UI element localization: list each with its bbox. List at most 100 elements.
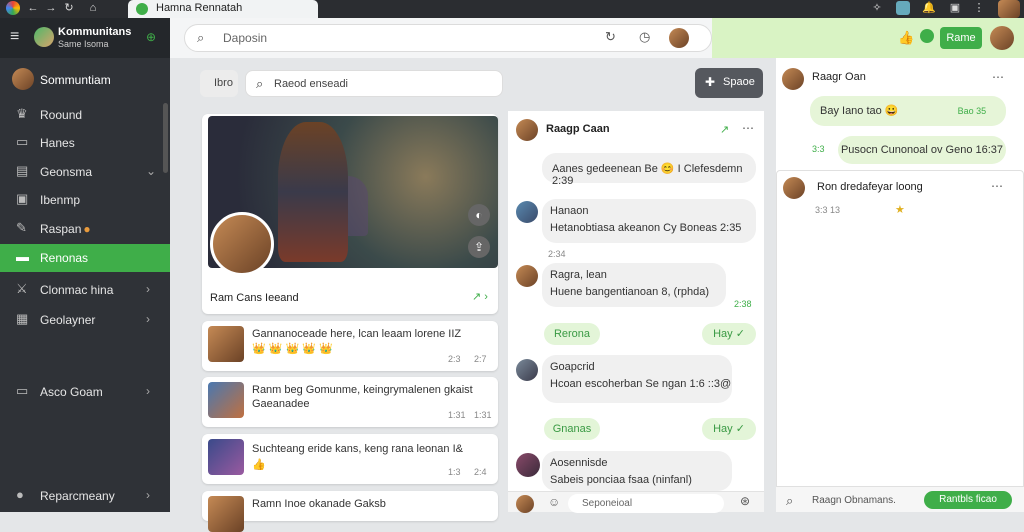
chevron-right-icon: ›	[146, 282, 150, 296]
chevron-right-icon: ›	[146, 312, 150, 326]
extension-icon[interactable]: ✧	[870, 1, 884, 15]
sidebar-item-ibenmp[interactable]: ▣ Ibenmp	[0, 186, 170, 214]
profile-extension-icon[interactable]	[896, 1, 910, 15]
chat-title: Raagp Caan	[546, 123, 610, 135]
user-avatar[interactable]	[990, 26, 1014, 50]
user-icon: ●	[16, 487, 24, 502]
tab-title: Hamna Rennatah	[156, 2, 243, 14]
bubble-time: Bao 35	[957, 106, 987, 116]
chat-input-bar: ☺ Seponeioal ⊛	[508, 491, 764, 513]
app-logo-icon	[34, 27, 54, 47]
refresh-icon[interactable]: ↻	[605, 29, 616, 45]
right-avatar[interactable]	[782, 68, 804, 90]
right-action-button[interactable]: Rantbls ficao	[924, 491, 1012, 509]
sidebar-item-label: Reparcmeany	[40, 489, 115, 503]
hero-avatar[interactable]	[210, 212, 274, 276]
clock-icon[interactable]: ◷	[639, 29, 650, 45]
compose-button[interactable]: ✚ Spaoe	[695, 68, 763, 98]
emoji-icon: 😊	[660, 163, 675, 175]
feed-search-input[interactable]: ⌕ Raeod enseadi	[245, 70, 503, 97]
post-time: 1:3	[448, 467, 461, 477]
back-icon[interactable]: ←	[26, 1, 40, 15]
like-icon[interactable]: 👍	[898, 30, 914, 46]
action-button[interactable]: Rame	[940, 27, 982, 49]
chat-panel: Raagp Caan ↗ ⋯ Aanes gedeenean Be 😊 I Cl…	[508, 111, 764, 513]
swords-icon: ⚔	[16, 281, 28, 296]
chat-avatar[interactable]	[516, 119, 538, 141]
hamburger-icon[interactable]: ≡	[10, 28, 19, 46]
emoji-icon[interactable]: ☺	[548, 495, 560, 509]
post-count: 2:7	[474, 354, 487, 364]
list-icon: ▤	[16, 163, 29, 178]
compose-icon: ✚	[705, 75, 716, 89]
post-card[interactable]: Ramn Inoe okanade Gaksb	[202, 491, 498, 532]
thread-avatar[interactable]	[783, 177, 805, 199]
reaction-pill[interactable]: Gnanas	[544, 418, 600, 440]
sidebar-item-geolayner[interactable]: ▦ Geolayner ›	[0, 306, 170, 334]
post-card[interactable]: Ranm beg Gomunme, keingrymalenen gkaist …	[202, 377, 498, 427]
members-icon[interactable]: ↗	[720, 123, 729, 136]
browser-chrome: ← → ↻ ⌂ Hamna Rennatah ✧ 🔔 ▣ ⋮	[0, 0, 1024, 18]
top-bar: ⌕ Daposin ↻ ◷ 👍 Rame	[170, 18, 1024, 58]
sidebar-scrollbar[interactable]	[163, 103, 168, 173]
expand-icon[interactable]: ⊕	[146, 30, 156, 44]
bookmark-icon[interactable]: ◐	[468, 204, 490, 226]
send-icon[interactable]: ⊛	[740, 494, 750, 508]
reply-pill[interactable]: Hay ✓	[702, 323, 756, 345]
sidebar-item-geonsma[interactable]: ▤ Geonsma ⌄	[0, 158, 170, 186]
hero-caption: Ram Cans Ieeand	[210, 292, 299, 304]
emoji-icon: 😀	[884, 105, 899, 117]
sidebar-item-hanes[interactable]: ▭ Hanes	[0, 129, 170, 157]
menu-dots-icon[interactable]: ⋮	[972, 1, 986, 15]
trophy-icon: ♛	[16, 106, 28, 121]
filter-chip[interactable]: Ibro	[200, 70, 238, 97]
message-time: 8, (rphda)	[661, 286, 710, 298]
profile-avatar[interactable]	[12, 68, 34, 90]
more-icon[interactable]: ⋯	[992, 70, 1004, 84]
sidebar-item-label: Asco Goam	[40, 385, 103, 399]
profile-name: Sommuntiam	[40, 73, 111, 87]
emoji-icon: ★	[895, 204, 905, 216]
right-input[interactable]: Raagn Obnamans.	[812, 495, 896, 506]
status-icon	[920, 29, 934, 43]
post-avatar	[208, 326, 244, 362]
sender-name: Hanaon	[550, 205, 589, 217]
browser-avatar[interactable]	[998, 0, 1020, 18]
sender-avatar	[516, 201, 538, 223]
bubble-text: Bay Iano tao	[820, 105, 882, 117]
browser-tab[interactable]: Hamna Rennatah	[128, 0, 318, 18]
reply-pill[interactable]: Hay ✓	[702, 418, 756, 440]
reaction-pill[interactable]: Rerona	[544, 323, 600, 345]
share-icon[interactable]: ⇪	[468, 236, 490, 258]
window-icon[interactable]: ▣	[948, 1, 962, 15]
post-card[interactable]: Suchteang eride kans, keng rana leonan I…	[202, 434, 498, 484]
sender-avatar	[516, 359, 538, 381]
sidebar-item-label: Renonas	[40, 251, 89, 265]
hero-card[interactable]: ◐ ⇪ Ram Cans Ieeand ↗ ›	[202, 114, 498, 314]
sidebar-item-renonas[interactable]: ▬ Renonas	[0, 244, 170, 272]
more-icon[interactable]: ⋯	[742, 121, 754, 135]
post-time: 1:31	[448, 410, 466, 420]
message-text: Aanes gedeenean Be	[552, 163, 658, 175]
composer-avatar	[516, 495, 534, 513]
sidebar-item-raspan[interactable]: ✎ Raspan ●	[0, 215, 170, 243]
sidebar-header: ≡ Kommunitans Same Isoma ⊕	[0, 18, 170, 58]
sidebar-item-asco[interactable]: ▭ Asco Goam ›	[0, 378, 170, 406]
post-card[interactable]: Gannanoceade here, lcan leaam lorene IIZ…	[202, 321, 498, 371]
search-avatar[interactable]	[669, 28, 689, 48]
chat-input[interactable]: Seponeioal	[568, 494, 724, 513]
more-icon[interactable]: ⋯	[991, 179, 1003, 193]
sidebar-item-roound[interactable]: ♛ Roound	[0, 101, 170, 129]
home-icon[interactable]: ⌂	[86, 1, 100, 15]
forward-icon[interactable]: →	[44, 1, 58, 15]
refresh-icon[interactable]: ↻	[62, 1, 76, 15]
search-input[interactable]: ⌕ Daposin ↻ ◷	[184, 24, 712, 52]
message-time: 1:6 ::3@	[689, 378, 732, 390]
notification-icon[interactable]: 🔔	[922, 1, 936, 15]
sidebar-item-clonmac[interactable]: ⚔ Clonmac hina ›	[0, 276, 170, 304]
sidebar-item-reparcmeany[interactable]: ● Reparcmeany ›	[0, 482, 170, 510]
post-text: Ranm beg Gomunme, keingrymalenen gkaist	[252, 384, 473, 396]
arrow-icon[interactable]: ↗ ›	[472, 290, 488, 303]
settings-icon: ▭	[16, 383, 29, 398]
message-text: Hcoan escoherban Se ngan	[550, 378, 687, 390]
